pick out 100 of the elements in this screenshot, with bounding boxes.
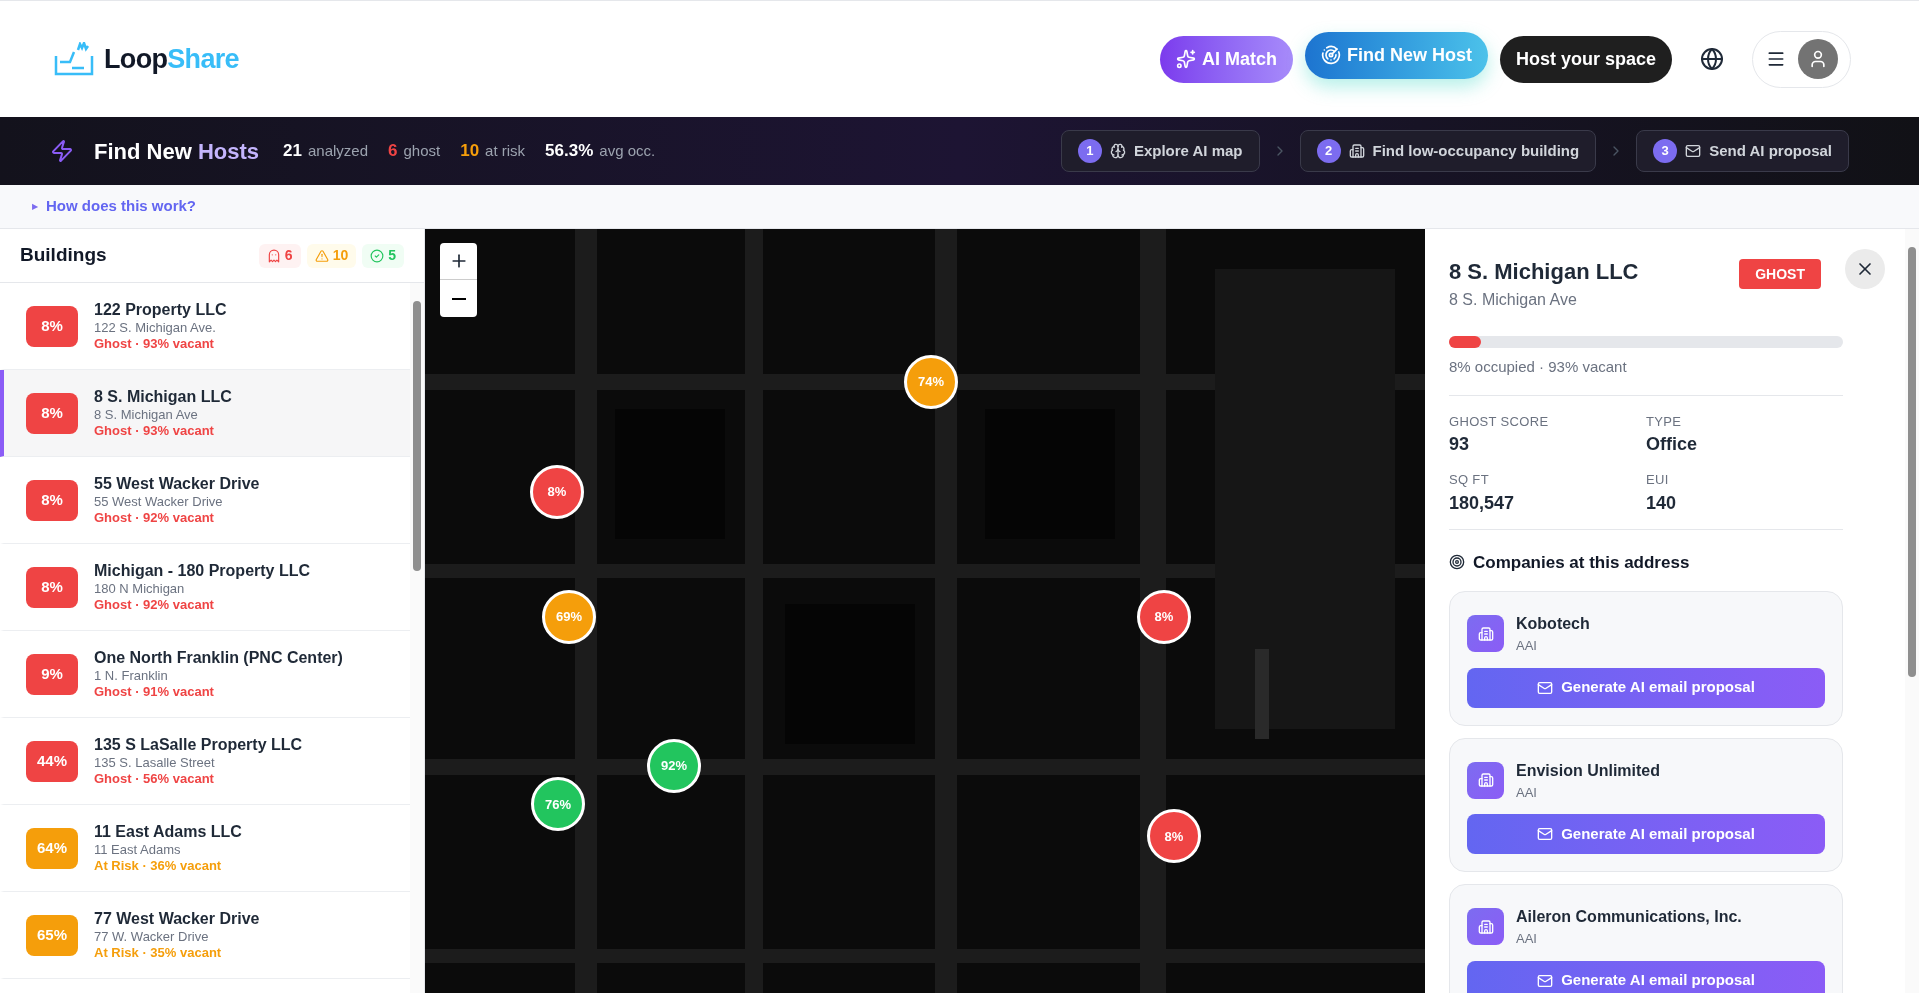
building-name: 55 West Wacker Drive (94, 473, 260, 494)
building-row[interactable]: 9% One North Franklin (PNC Center) 1 N. Franklin Ghost · 91% vacant (0, 631, 410, 718)
target-icon (1449, 554, 1465, 571)
stat-count: 56.3% (545, 140, 594, 163)
stat-label: GHOST SCORE (1449, 412, 1550, 431)
building-name: 122 Property LLC (94, 299, 227, 320)
building-address: 180 N Michigan (94, 580, 186, 597)
detail-title: 8 S. Michigan LLC (1449, 258, 1639, 286)
building-row[interactable]: 8% 8 S. Michigan LLC 8 S. Michigan Ave Ghost · 93% vacant (0, 370, 410, 457)
stat-label: EUI (1646, 471, 1670, 489)
minus-icon (451, 297, 466, 300)
stat-caption: avg occ. (599, 141, 656, 162)
building-name: One North Franklin (PNC Center) (94, 647, 343, 668)
building-name: 11 East Adams LLC (94, 821, 242, 842)
stat-count: 21 (283, 140, 302, 163)
stat-caption: at risk (485, 141, 526, 162)
building-status: Ghost · 92% vacant (94, 510, 215, 527)
building-status: Ghost · 56% vacant (94, 771, 215, 788)
scrollbar[interactable] (410, 283, 424, 993)
proposal-button[interactable]: Generate AI email proposal (1467, 960, 1825, 993)
mail-icon (1537, 826, 1554, 842)
close-button[interactable] (1845, 249, 1885, 289)
step-chip[interactable]: 3 Send AI proposal (1636, 130, 1849, 172)
building-icon (1467, 761, 1504, 799)
building-status: At Risk · 35% vacant (94, 945, 223, 962)
ghost-icon (266, 248, 281, 263)
avatar-icon (1797, 39, 1838, 79)
building-name: 77 West Wacker Drive (94, 908, 260, 929)
occupancy-caption: 8% occupied · 93% vacant (1449, 357, 1628, 377)
building-address: 1 N. Franklin (94, 667, 169, 684)
proposal-button[interactable]: Generate AI email proposal (1467, 667, 1825, 708)
building-status: Ghost · 93% vacant (94, 336, 215, 353)
building-icon (1348, 143, 1365, 159)
building-address: 122 S. Michigan Ave. (94, 319, 217, 336)
building-status: At Risk · 36% vacant (94, 858, 223, 875)
building-address: 8 S. Michigan Ave (94, 406, 199, 423)
company-subtitle: AAI (1516, 783, 1538, 802)
proposal-button[interactable]: Generate AI email proposal (1467, 814, 1825, 854)
company-subtitle: AAI (1516, 637, 1538, 655)
stat-label: SQ FT (1449, 471, 1490, 489)
company-subtitle: AAI (1516, 930, 1538, 948)
stat-caption: ghost (403, 141, 441, 162)
building-row[interactable]: 8% Michigan - 180 Property LLC 180 N Michigan Ghost · 92% vacant (0, 544, 410, 631)
occupancy-badge: 8% (26, 392, 78, 434)
step-label: Explore AI map (1133, 140, 1243, 161)
brand-name: LoopShare (104, 42, 239, 76)
status-badge: GHOST (1739, 259, 1821, 289)
warning-icon (314, 248, 329, 263)
help-link[interactable]: How does this work? (46, 195, 196, 218)
globe-icon[interactable] (1700, 47, 1724, 71)
step-label: Find low-occupancy building (1372, 140, 1580, 161)
company-name: Aileron Communications, Inc. (1516, 907, 1742, 927)
building-icon (1467, 908, 1504, 946)
find-host-button[interactable]: Find New Host (1304, 31, 1488, 79)
building-row[interactable]: 44% 135 S LaSalle Property LLC 135 S. Lasalle Street Ghost · 56% vacant (0, 718, 410, 805)
building-row[interactable]: 65% 77 West Wacker Drive 77 W. Wacker Drive At Risk · 35% vacant (0, 892, 410, 979)
step-number: 2 (1316, 139, 1341, 163)
check-circle-icon (370, 248, 385, 263)
stat-value: Office (1646, 433, 1698, 456)
companies-title: Companies at this address (1473, 551, 1690, 574)
building-address: 77 W. Wacker Drive (94, 928, 210, 945)
building-name: Michigan - 180 Property LLC (94, 560, 311, 581)
company-name: Kobotech (1516, 614, 1590, 634)
building-icon (1467, 615, 1504, 653)
step-number: 3 (1653, 139, 1678, 163)
ai-match-button[interactable]: AI Match (1159, 35, 1293, 83)
lightning-icon (50, 139, 74, 163)
building-address: 55 West Wacker Drive (94, 493, 224, 510)
stat-label: TYPE (1646, 412, 1683, 431)
mail-icon (1685, 143, 1702, 159)
count-chip: 5 (362, 243, 404, 268)
host-space-button[interactable]: Host your space (1499, 35, 1672, 83)
step-number: 1 (1077, 139, 1102, 163)
scrollbar[interactable] (1905, 229, 1919, 993)
radar-icon (1320, 45, 1341, 65)
step-chip[interactable]: 2 Find low-occupancy building (1299, 130, 1597, 172)
stat-caption: analyzed (307, 141, 368, 162)
sparkles-icon (1175, 49, 1196, 69)
hero-title: Find New Hosts (94, 137, 260, 166)
building-status: Ghost · 93% vacant (94, 423, 215, 440)
occupancy-badge: 9% (26, 653, 78, 695)
occupancy-badge: 64% (26, 827, 78, 869)
stat-value: 180,547 (1449, 491, 1516, 515)
building-status: Ghost · 92% vacant (94, 597, 215, 614)
building-status: Ghost · 91% vacant (94, 684, 215, 701)
count-chip: 6 (258, 243, 301, 268)
occupancy-badge: 44% (26, 740, 78, 782)
building-name: 8 S. Michigan LLC (94, 386, 232, 407)
occupancy-badge: 65% (26, 914, 78, 956)
building-name: 135 S LaSalle Property LLC (94, 734, 303, 755)
stat-value: 93 (1449, 433, 1471, 456)
building-row[interactable]: 8% 55 West Wacker Drive 55 West Wacker Drive Ghost · 92% vacant (0, 457, 410, 544)
building-address: 135 S. Lasalle Street (94, 754, 216, 771)
mail-icon (1537, 972, 1554, 989)
stat-value: 140 (1646, 491, 1678, 515)
building-row[interactable]: 64% 11 East Adams LLC 11 East Adams At Risk · 36% vacant (0, 805, 410, 892)
building-address: 11 East Adams (94, 841, 182, 858)
brain-icon (1109, 143, 1126, 159)
step-chip[interactable]: 1 Explore AI map (1060, 130, 1260, 172)
buildings-title: Buildings (20, 243, 107, 268)
